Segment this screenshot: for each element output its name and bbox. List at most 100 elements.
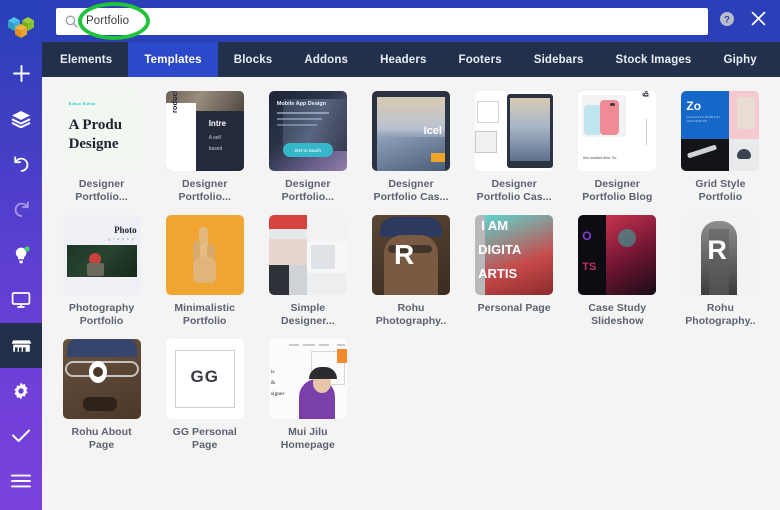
thumb-da-line2: DIGITA [478,242,522,257]
tab-stock-images[interactable]: Stock Images [600,42,708,77]
template-thumbnail[interactable] [62,339,141,419]
template-card[interactable]: is & signer Mui Jilu Homepage [256,339,359,451]
tab-headers[interactable]: Headers [364,42,442,77]
sidebar-item-publish[interactable] [0,413,42,458]
template-card[interactable]: Designer Portfolio Cas... [463,91,566,203]
template-thumbnail[interactable] [475,91,554,171]
sidebar-item-settings[interactable] [0,368,42,413]
thumb-word: Icel [423,125,442,137]
thumb-head: Intre [208,119,227,128]
gear-icon [11,381,31,401]
tab-addons[interactable]: Addons [288,42,364,77]
template-label: Designer Portfolio Cas... [373,178,449,203]
template-label: Case Study Slideshow [588,302,647,327]
search-input-value[interactable]: Portfolio [86,15,129,27]
template-thumbnail[interactable]: is & signer [268,339,347,419]
template-label: Designer Portfolio... [281,178,335,203]
redo-icon [12,200,31,219]
thumb-da-line3: ARTIS [478,266,518,281]
template-card[interactable]: O TS Case Study Slideshow [566,215,669,327]
tab-footers[interactable]: Footers [443,42,518,77]
thumb-title: Mobile App Design [276,101,327,107]
template-thumbnail[interactable]: I AM DIGITA ARTIS [475,215,554,295]
thumb-gg-monogram: GG [190,367,219,386]
template-thumbnail[interactable]: Photo g r a p h y [62,215,141,295]
template-thumbnail[interactable]: Icel [371,91,450,171]
sidebar-item-library[interactable] [0,322,42,369]
thumb-letter-r: R [707,235,727,265]
store-icon [11,336,32,355]
search-field[interactable]: Portfolio [56,1,708,40]
template-card[interactable]: I AM DIGITA ARTIS Personal Page [463,215,566,327]
tab-templates[interactable]: Templates [128,42,218,77]
thumb-case-ts: TS [582,261,597,273]
template-card[interactable]: GG GG Personal Page [153,339,256,451]
menu-icon [11,474,31,488]
thumb-sub-1: A self [208,135,221,141]
template-thumbnail[interactable]: Blog this creative field. So [578,91,657,171]
template-grid: Rahan Rahan A Produ Designe Designer Por… [42,91,780,451]
idea-bulb-icon [11,245,31,265]
template-card[interactable]: roduction Intre A self based Designer Po… [153,91,256,203]
sidebar-item-menu[interactable] [0,459,42,504]
template-label: GG Personal Page [172,426,237,451]
template-thumbnail[interactable]: Zo COLLECTED WORKS BY JOHN BURTON [681,91,760,171]
thumb-photo-sub: g r a p h y [108,237,135,241]
template-thumbnail[interactable]: GG [165,339,244,419]
template-card[interactable]: Photo g r a p h y Photography Portfolio [50,215,153,327]
thumb-mui-l2: & [270,380,276,386]
sidebar-item-redo[interactable] [0,187,42,232]
category-tabs: Elements Templates Blocks Addons Headers… [42,42,780,77]
template-thumbnail[interactable]: Rahan Rahan A Produ Designe [62,91,141,171]
template-label: Rohu Photography.. [685,302,756,327]
template-card[interactable]: Rohu About Page [50,339,153,451]
thumb-headline-1: A Produ [68,117,123,133]
template-card[interactable]: Mobile App Design Get in touch Designer … [256,91,359,203]
template-thumbnail[interactable] [268,215,347,295]
template-thumbnail[interactable]: Mobile App Design Get in touch [268,91,347,171]
template-card[interactable]: Minimalistic Portfolio [153,215,256,327]
tab-giphy[interactable]: Giphy [707,42,772,77]
cubes-logo-icon[interactable] [0,0,42,51]
template-thumbnail[interactable]: O TS [578,215,657,295]
template-label: Rohu Photography.. [375,302,447,327]
thumb-photo-word: Photo [114,225,137,235]
template-card[interactable]: R Rohu Photography.. [669,215,772,327]
sidebar-item-preview[interactable] [0,278,42,323]
template-label: Designer Portfolio Cas... [476,178,552,203]
thumb-case-o: O [582,229,592,243]
template-card[interactable]: Simple Designer... [256,215,359,327]
template-card[interactable]: Icel Designer Portfolio Cas... [359,91,462,203]
sidebar-item-ideas[interactable] [0,232,42,277]
template-thumbnail[interactable]: R [681,215,760,295]
template-thumbnail[interactable] [165,215,244,295]
template-label: Rohu About Page [71,426,132,451]
thumb-caption: this creative field. So [583,156,617,160]
template-label: Photography Portfolio [68,302,135,327]
thumb-vertical-text: roduction [169,91,179,113]
add-icon [12,64,31,83]
sidebar-item-add[interactable] [0,51,42,96]
tab-elements[interactable]: Elements [44,42,128,77]
template-card[interactable]: R Rohu Photography.. [359,215,462,327]
tab-blocks[interactable]: Blocks [218,42,289,77]
thumb-da-line1: I AM [481,218,509,233]
library-panel: Portfolio ? Elements Templates Blocks Ad… [42,0,780,510]
library-topbar: Portfolio ? [42,0,780,42]
template-card[interactable]: Blog this creative field. So Designer Po… [566,91,669,203]
template-card[interactable]: Zo COLLECTED WORKS BY JOHN BURTON Grid S… [669,91,772,203]
search-icon [65,15,78,28]
tab-sidebars[interactable]: Sidebars [518,42,600,77]
template-thumbnail[interactable]: roduction Intre A self based [165,91,244,171]
sidebar-item-undo[interactable] [0,142,42,187]
thumb-mui-l1: is [270,369,275,375]
help-button[interactable]: ? [718,11,736,30]
template-thumbnail[interactable]: R [371,215,450,295]
template-results: Rahan Rahan A Produ Designe Designer Por… [42,77,780,510]
close-button[interactable] [748,11,768,31]
template-card[interactable]: Rahan Rahan A Produ Designe Designer Por… [50,91,153,203]
template-label: Personal Page [477,302,551,314]
left-toolbar [0,0,42,510]
sidebar-item-layers[interactable] [0,96,42,141]
undo-icon [12,155,31,174]
